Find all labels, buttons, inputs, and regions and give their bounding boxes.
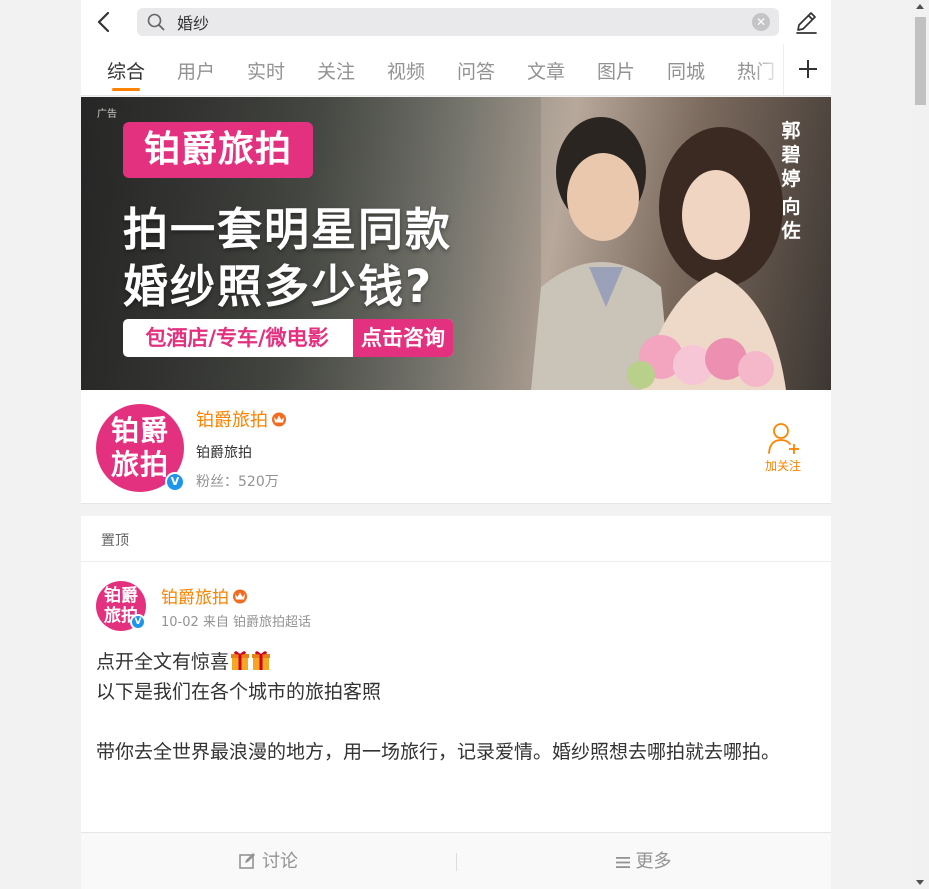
follow-button[interactable]: 加关注 — [757, 420, 809, 474]
add-tab-plus-icon[interactable] — [783, 44, 831, 95]
post-author-name[interactable]: 铂爵旅拍 — [161, 583, 249, 608]
gift-icon — [231, 651, 250, 670]
post-line: 以下是我们在各个城市的旅拍客照 — [96, 681, 382, 703]
more-button[interactable]: 更多 — [456, 833, 831, 889]
banner-headline-2: 婚纱照多少钱? — [123, 260, 434, 313]
banner-cta-pill[interactable]: 包酒店/专车/微电影 点击咨询 — [123, 319, 453, 357]
celebrity-2-char: 向 — [781, 196, 801, 218]
search-icon — [147, 13, 165, 31]
discuss-button[interactable]: 讨论 — [81, 833, 456, 889]
scroll-down-arrow-icon[interactable] — [916, 880, 924, 885]
account-card[interactable]: 铂爵 旅拍 V 铂爵旅拍 铂爵旅拍 粉丝：520万 加关注 — [81, 390, 831, 504]
add-user-icon — [768, 423, 799, 454]
avatar-text-line-1: 铂爵 — [110, 414, 169, 447]
verified-badge-icon: V — [165, 472, 185, 492]
tab-video[interactable]: 视频 — [387, 57, 425, 84]
tab-following[interactable]: 关注 — [317, 57, 355, 84]
account-name[interactable]: 铂爵旅拍 — [196, 406, 288, 432]
tab-comprehensive[interactable]: 综合 — [107, 57, 145, 84]
tab-pictures[interactable]: 图片 — [597, 57, 635, 84]
avatar-text-line-1: 铂爵 — [104, 586, 138, 606]
search-tabs: 综合 用户 实时 关注 视频 问答 文章 图片 同城 热门 — [81, 44, 831, 96]
tab-users[interactable]: 用户 — [177, 57, 215, 84]
celebrity-1-char: 婷 — [781, 168, 801, 190]
celebrity-1-char: 郭 — [781, 120, 801, 142]
couple-photo-image — [531, 117, 786, 390]
account-subtitle: 铂爵旅拍 — [196, 445, 252, 461]
post-line — [96, 707, 816, 737]
vip-crown-icon — [272, 412, 286, 427]
post-actions-bar: 讨论 更多 — [81, 832, 831, 889]
banner-services: 包酒店/专车/微电影 — [145, 326, 329, 350]
banner-cta-button[interactable]: 点击咨询 — [353, 319, 453, 357]
tab-articles[interactable]: 文章 — [527, 57, 565, 84]
clear-search-icon[interactable]: ✕ — [752, 13, 770, 31]
celebrity-1-char: 碧 — [781, 144, 801, 166]
account-name-text: 铂爵旅拍 — [196, 410, 268, 431]
post-meta: 10-02 来自 铂爵旅拍超话 — [161, 615, 312, 630]
tab-realtime[interactable]: 实时 — [247, 57, 285, 84]
menu-lines-icon — [615, 857, 630, 868]
search-results-page: ✕ 综合 用户 实时 关注 视频 问答 文章 图片 同城 热门 — [81, 0, 831, 889]
discuss-label: 讨论 — [262, 851, 298, 872]
more-label: 更多 — [635, 851, 672, 872]
post-line: 点开全文有惊喜 — [96, 647, 816, 677]
post-author-text: 铂爵旅拍 — [161, 588, 229, 608]
verified-badge-icon: V — [130, 614, 146, 630]
celebrity-names: 郭 碧 婷 向 佐 — [779, 119, 803, 243]
vertical-scrollbar[interactable] — [912, 0, 929, 889]
banner-headline-1: 拍一套明星同款 — [123, 203, 453, 256]
tabs-fade — [753, 44, 783, 95]
vip-crown-icon — [233, 589, 247, 604]
celebrity-2-char: 佐 — [781, 220, 801, 242]
post-line: 带你去全世界最浪漫的地方，用一场旅行，记录爱情。婚纱照想去哪拍就去哪拍。 — [96, 741, 781, 763]
compose-edit-icon[interactable] — [793, 9, 819, 35]
top-bar: ✕ — [81, 0, 831, 44]
search-input[interactable] — [177, 8, 737, 36]
banner-brand: 铂爵旅拍 — [123, 122, 313, 178]
tab-local[interactable]: 同城 — [667, 57, 705, 84]
post-body[interactable]: 点开全文有惊喜 以下是我们在各个城市的旅拍客照 带你去全世界最浪漫的地方，用一场… — [96, 647, 816, 767]
follow-label: 加关注 — [764, 459, 801, 473]
follower-count: 粉丝：520万 — [196, 474, 279, 490]
edit-discuss-icon — [239, 853, 255, 869]
scroll-up-arrow-icon[interactable] — [916, 4, 924, 9]
pinned-post-card: 置顶 铂爵 旅拍 V 铂爵旅拍 10-02 来自 铂爵旅拍超话 点开全文有惊喜 … — [81, 516, 831, 889]
post-line-text: 点开全文有惊喜 — [96, 651, 230, 673]
ad-label: 广告 — [97, 109, 117, 120]
active-tab-indicator — [112, 88, 140, 91]
scrollbar-thumb[interactable] — [915, 17, 926, 105]
back-arrow-icon[interactable] — [93, 9, 115, 35]
pinned-label: 置顶 — [101, 533, 129, 549]
ad-banner[interactable]: 广告 铂爵旅拍 拍一套明星同款 婚纱照多少钱? 包酒店/专车/微电影 点击咨询 … — [81, 97, 831, 390]
pinned-header: 置顶 — [81, 516, 831, 562]
search-box[interactable]: ✕ — [137, 8, 779, 36]
gift-icon — [252, 651, 271, 670]
tab-qa[interactable]: 问答 — [457, 57, 495, 84]
